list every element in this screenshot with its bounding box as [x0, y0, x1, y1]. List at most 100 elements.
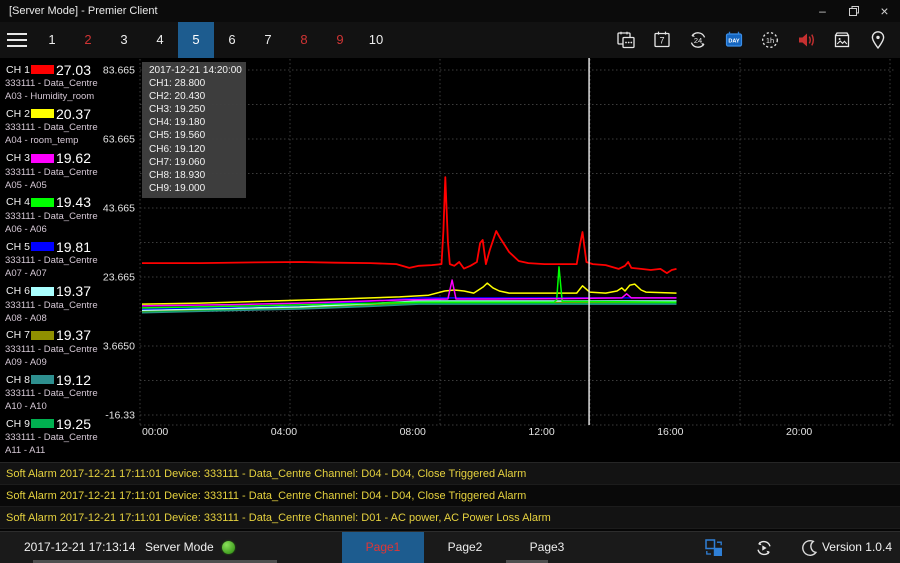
alarm-sound-button[interactable]: [794, 28, 818, 52]
tooltip-row: CH2: 20.430: [149, 90, 246, 103]
channel-color-swatch: [31, 154, 54, 163]
calendar-day-button[interactable]: DAY: [722, 28, 746, 52]
close-button[interactable]: ×: [869, 0, 900, 22]
channel-device: 333111 - Data_Centre: [0, 77, 100, 90]
one-hour-button[interactable]: 1h: [758, 28, 782, 52]
channel-item-8[interactable]: CH 819.12333111 - Data_CentreA10 - A10: [0, 372, 100, 413]
channel-device: 333111 - Data_Centre: [0, 121, 100, 134]
tooltip-row: CH8: 18.930: [149, 169, 246, 182]
channel-color-swatch: [31, 331, 54, 340]
channel-item-5[interactable]: CH 519.81333111 - Data_CentreA07 - A07: [0, 239, 100, 280]
calendar-week-icon: 7: [651, 29, 673, 51]
tab-5[interactable]: 5: [178, 22, 214, 58]
tooltip-row: CH1: 28.800: [149, 77, 246, 90]
sync-button[interactable]: [752, 536, 776, 560]
channel-id: CH 7: [6, 329, 31, 341]
title-bar: [Server Mode] - Premier Client – ×: [0, 0, 900, 22]
tab-8[interactable]: 8: [286, 22, 322, 58]
channel-item-7[interactable]: CH 719.37333111 - Data_CentreA09 - A09: [0, 328, 100, 369]
calendar-week-button[interactable]: 7: [650, 28, 674, 52]
layout-switch-icon: [703, 537, 725, 559]
maximize-button[interactable]: [838, 0, 869, 22]
channel-item-1[interactable]: CH 127.03333111 - Data_CentreA03 - Humid…: [0, 62, 100, 103]
channel-item-6[interactable]: CH 619.37333111 - Data_CentreA08 - A08: [0, 284, 100, 325]
tab-7[interactable]: 7: [250, 22, 286, 58]
tab-10[interactable]: 10: [358, 22, 394, 58]
tooltip-row: CH7: 19.060: [149, 156, 246, 169]
channel-id: CH 4: [6, 196, 31, 208]
x-axis-label: 12:00: [528, 426, 554, 438]
channel-value: 19.25: [56, 416, 100, 432]
y-axis-label: 83.665: [103, 65, 135, 77]
tab-strip: 12345678910: [34, 22, 394, 58]
channel-value: 19.62: [56, 150, 100, 166]
hours-24-icon: 24: [687, 29, 709, 51]
channel-item-2[interactable]: CH 2 20.37333111 - Data_CentreA04 - room_…: [0, 106, 100, 147]
calendar-pages-button[interactable]: [614, 28, 638, 52]
channel-point: A11 - A11: [0, 444, 100, 457]
tooltip-row: CH9: 19.000: [149, 182, 246, 195]
minimize-button[interactable]: –: [807, 0, 838, 22]
channel-color-swatch: [31, 109, 54, 118]
location-pin-button[interactable]: [866, 28, 890, 52]
channel-device: 333111 - Data_Centre: [0, 254, 100, 267]
channel-color-swatch: [31, 375, 54, 384]
theme-toggle-button[interactable]: [797, 536, 821, 560]
channel-point: A10 - A10: [0, 400, 100, 413]
calendar-pages-icon: [615, 29, 637, 51]
channel-value: 27.03: [56, 62, 100, 78]
channel-item-4[interactable]: CH 419.43333111 - Data_CentreA06 - A06: [0, 195, 100, 236]
y-axis-label: 23.665: [103, 272, 135, 284]
channel-item-9[interactable]: CH 919.25333111 - Data_CentreA11 - A11: [0, 416, 100, 457]
tab-1[interactable]: 1: [34, 22, 70, 58]
page-tab-Page3[interactable]: Page3: [506, 532, 588, 563]
channel-device: 333111 - Data_Centre: [0, 343, 100, 356]
tab-6[interactable]: 6: [214, 22, 250, 58]
tab-3[interactable]: 3: [106, 22, 142, 58]
svg-text:DAY: DAY: [728, 39, 740, 45]
alarm-row-3[interactable]: Soft Alarm 2017-12-21 17:11:01 Device: 3…: [0, 507, 900, 529]
channel-device: 333111 - Data_Centre: [0, 166, 100, 179]
channel-item-3[interactable]: CH 319.62333111 - Data_CentreA05 - A05: [0, 151, 100, 192]
tab-2[interactable]: 2: [70, 22, 106, 58]
tab-4[interactable]: 4: [142, 22, 178, 58]
tooltip-timestamp: 2017-12-21 14:20:00: [149, 64, 246, 77]
channel-id: CH 2: [6, 108, 31, 120]
page-tab-Page1[interactable]: Page1: [342, 532, 424, 563]
tooltip-row: CH4: 19.180: [149, 116, 246, 129]
channel-id: CH 9: [6, 418, 31, 430]
channel-value: 20.37: [56, 106, 100, 122]
channel-id: CH 5: [6, 241, 31, 253]
channel-color-swatch: [31, 65, 54, 74]
svg-text:1h: 1h: [766, 36, 774, 45]
channel-device: 333111 - Data_Centre: [0, 387, 100, 400]
window-title: [Server Mode] - Premier Client: [9, 5, 158, 17]
tab-9[interactable]: 9: [322, 22, 358, 58]
channel-id: CH 3: [6, 152, 31, 164]
channel-color-swatch: [31, 242, 54, 251]
tooltip-row: CH5: 19.560: [149, 129, 246, 142]
channel-value: 19.43: [56, 194, 100, 210]
channel-point: A06 - A06: [0, 223, 100, 236]
page-tab-Page2[interactable]: Page2: [424, 532, 506, 563]
channel-device: 333111 - Data_Centre: [0, 299, 100, 312]
snapshot-box-button[interactable]: [830, 28, 854, 52]
channel-point: A09 - A09: [0, 356, 100, 369]
status-datetime: 2017-12-21 17:13:14: [24, 532, 135, 563]
alarm-row-1[interactable]: Soft Alarm 2017-12-21 17:11:01 Device: 3…: [0, 463, 900, 485]
hamburger-icon: [7, 33, 27, 35]
alarm-list: Soft Alarm 2017-12-21 17:11:01 Device: 3…: [0, 462, 900, 531]
channel-value: 19.37: [56, 283, 100, 299]
y-axis-label: 3.6650: [103, 341, 135, 353]
hours-24-button[interactable]: 24: [686, 28, 710, 52]
toolbar: 7 24 DAY 1h: [614, 28, 900, 52]
server-mode-label: Server Mode: [145, 532, 214, 563]
y-axis-label: -16.33: [105, 410, 135, 422]
channel-point: A04 - room_temp: [0, 134, 100, 147]
y-axis-label: 63.665: [103, 134, 135, 146]
layout-switch-button[interactable]: [702, 536, 726, 560]
menu-button[interactable]: [0, 22, 34, 58]
alarm-row-2[interactable]: Soft Alarm 2017-12-21 17:11:01 Device: 3…: [0, 485, 900, 507]
channel-color-swatch: [31, 419, 54, 428]
tooltip-row: CH6: 19.120: [149, 143, 246, 156]
